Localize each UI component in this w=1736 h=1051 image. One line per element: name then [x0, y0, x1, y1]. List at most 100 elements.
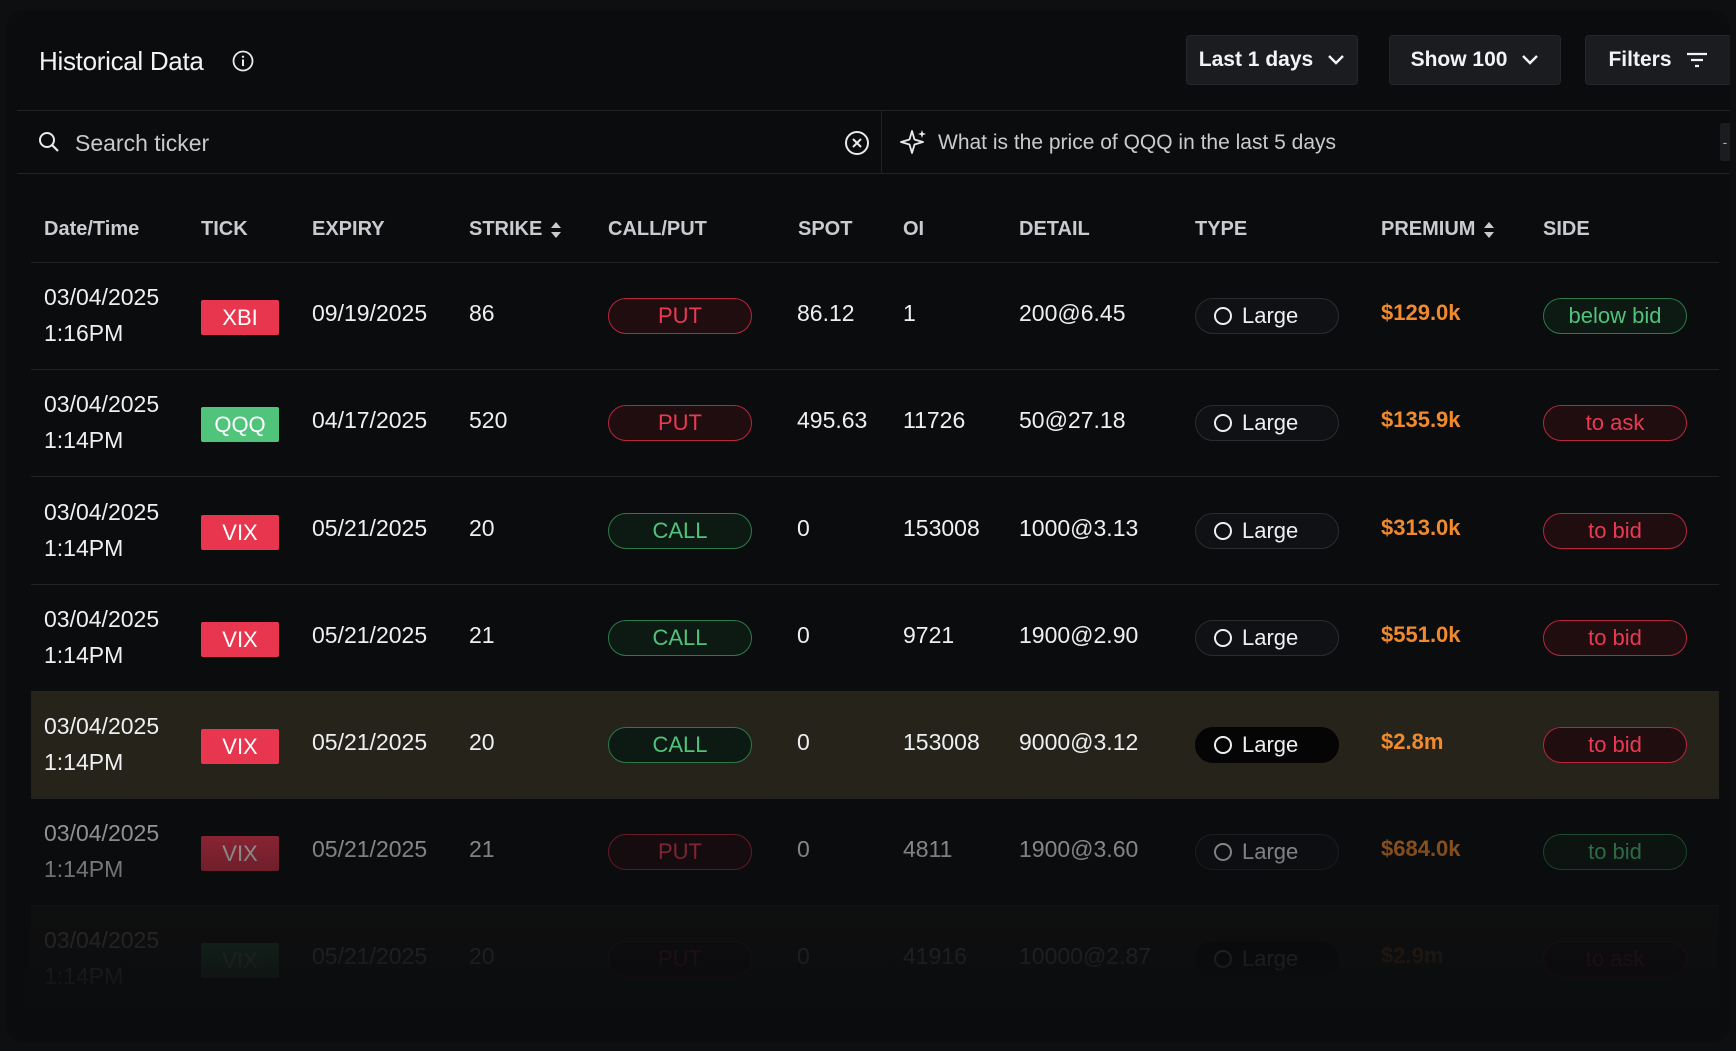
ticker-badge[interactable]: VIX: [201, 622, 279, 657]
row-premium: $129.0k: [1381, 300, 1461, 325]
close-icon[interactable]: [844, 130, 870, 156]
row-oi: 41916: [903, 943, 967, 969]
search-bar: What is the price of QQQ in the last 5 d…: [17, 110, 1730, 174]
row-date: 03/04/2025: [44, 499, 160, 525]
ticker-badge[interactable]: XBI: [201, 300, 279, 335]
row-oi: 9721: [903, 622, 955, 648]
table-row[interactable]: 03/04/2025 1:16PM XBI 09/19/2025 86 PUT 86.12 1…: [31, 262, 1719, 370]
col-type[interactable]: TYPE: [1195, 218, 1247, 241]
sparkle-icon: [900, 130, 926, 154]
row-spot: 0: [797, 943, 810, 969]
row-detail: 1900@3.60: [1019, 836, 1139, 862]
side-badge: to bid: [1543, 834, 1687, 870]
row-expiry: 05/21/2025: [312, 515, 428, 541]
col-oi[interactable]: OI: [903, 218, 924, 241]
callput-badge: PUT: [608, 834, 752, 870]
row-strike: 520: [469, 407, 508, 433]
row-expiry: 05/21/2025: [312, 622, 428, 648]
table-row[interactable]: 03/04/2025 1:14PM VIX 05/21/2025 20 PUT 0 41916…: [31, 905, 1719, 1013]
row-date: 03/04/2025: [44, 391, 160, 417]
search-icon: [39, 132, 59, 152]
chevron-down-icon: [1328, 55, 1345, 65]
row-expiry: 04/17/2025: [312, 407, 428, 433]
row-strike: 20: [469, 729, 495, 755]
ticker-badge[interactable]: VIX: [201, 515, 279, 550]
callput-badge: CALL: [608, 513, 752, 549]
row-strike: 20: [469, 515, 495, 541]
row-spot: 86.12: [797, 300, 855, 326]
row-date: 03/04/2025: [44, 284, 160, 310]
row-detail: 9000@3.12: [1019, 729, 1139, 755]
col-datetime[interactable]: Date/Time: [44, 218, 139, 241]
row-premium: $684.0k: [1381, 836, 1461, 861]
ai-submit-button[interactable]: -: [1720, 123, 1730, 161]
table-row[interactable]: 03/04/2025 1:14PM QQQ 04/17/2025 520 PUT 495.6…: [31, 369, 1719, 477]
side-badge: to bid: [1543, 620, 1687, 656]
row-detail: 10000@2.87: [1019, 943, 1152, 969]
side-badge: to bid: [1543, 727, 1687, 763]
type-label: Large: [1242, 518, 1299, 543]
info-icon[interactable]: [231, 49, 255, 73]
type-label: Large: [1242, 625, 1299, 650]
date-range-dropdown[interactable]: Last 1 days: [1186, 35, 1358, 85]
sort-icon[interactable]: [550, 221, 562, 239]
row-oi: 153008: [903, 515, 980, 541]
row-time: 1:14PM: [44, 642, 124, 668]
type-label: Large: [1242, 839, 1299, 864]
ai-prompt-suggestion[interactable]: What is the price of QQQ in the last 5 d…: [938, 131, 1336, 155]
circle-icon: [1214, 414, 1232, 432]
row-oi: 4811: [903, 836, 953, 862]
ticker-badge[interactable]: VIX: [201, 836, 279, 871]
search-input[interactable]: [73, 123, 837, 163]
col-strike[interactable]: STRIKE: [469, 218, 562, 241]
row-premium: $2.8m: [1381, 729, 1444, 754]
circle-icon: [1214, 307, 1232, 325]
side-badge: to ask: [1543, 941, 1687, 977]
row-strike: 20: [469, 943, 495, 969]
row-spot: 0: [797, 729, 810, 755]
col-strike-label: STRIKE: [469, 218, 543, 240]
filter-icon: [1686, 52, 1707, 68]
ticker-badge[interactable]: QQQ: [201, 407, 279, 442]
historical-data-panel: Historical Data Last 1 days Show 100 Fil…: [6, 10, 1730, 1042]
table-row[interactable]: 03/04/2025 1:14PM VIX 05/21/2025 21 PUT 0 4811 1…: [31, 798, 1719, 906]
type-label: Large: [1242, 732, 1299, 757]
row-time: 1:14PM: [44, 427, 124, 453]
col-expiry[interactable]: EXPIRY: [312, 218, 385, 241]
sort-icon[interactable]: [1483, 221, 1495, 239]
col-premium-label: PREMIUM: [1381, 218, 1476, 240]
type-label: Large: [1242, 410, 1299, 435]
col-tick[interactable]: TICK: [201, 218, 248, 241]
ticker-badge[interactable]: VIX: [201, 729, 279, 764]
table-row[interactable]: 03/04/2025 1:14PM VIX 05/21/2025 20 CALL 0 1530…: [31, 691, 1719, 799]
side-badge: below bid: [1543, 298, 1687, 334]
col-callput[interactable]: CALL/PUT: [608, 218, 707, 241]
type-badge: Large: [1195, 941, 1339, 977]
callput-badge: PUT: [608, 941, 752, 977]
table-row[interactable]: 03/04/2025 1:14PM VIX 05/21/2025 21 CALL 0 9721…: [31, 584, 1719, 692]
type-badge: Large: [1195, 727, 1339, 763]
row-oi: 1: [903, 300, 916, 326]
page-size-label: Show 100: [1410, 48, 1508, 71]
circle-icon: [1214, 522, 1232, 540]
table-header: Date/Time TICK EXPIRY STRIKE CALL/PUT SP…: [31, 172, 1719, 263]
type-badge: Large: [1195, 620, 1339, 656]
col-side[interactable]: SIDE: [1543, 218, 1590, 241]
page-size-dropdown[interactable]: Show 100: [1389, 35, 1561, 85]
filters-button[interactable]: Filters: [1585, 35, 1730, 85]
circle-icon: [1214, 950, 1232, 968]
callput-badge: PUT: [608, 405, 752, 441]
col-premium[interactable]: PREMIUM: [1381, 218, 1495, 241]
row-spot: 0: [797, 836, 810, 862]
col-detail[interactable]: DETAIL: [1019, 218, 1090, 241]
type-label: Large: [1242, 303, 1299, 328]
row-premium: $313.0k: [1381, 515, 1461, 540]
col-spot[interactable]: SPOT: [798, 218, 852, 241]
row-detail: 200@6.45: [1019, 300, 1126, 326]
row-time: 1:14PM: [44, 535, 124, 561]
ticker-badge[interactable]: VIX: [201, 943, 279, 978]
type-badge: Large: [1195, 405, 1339, 441]
table-row[interactable]: 03/04/2025 1:14PM VIX 05/21/2025 20 CALL 0 1530…: [31, 477, 1719, 585]
date-range-label: Last 1 days: [1198, 48, 1314, 71]
row-time: 1:16PM: [44, 320, 124, 346]
